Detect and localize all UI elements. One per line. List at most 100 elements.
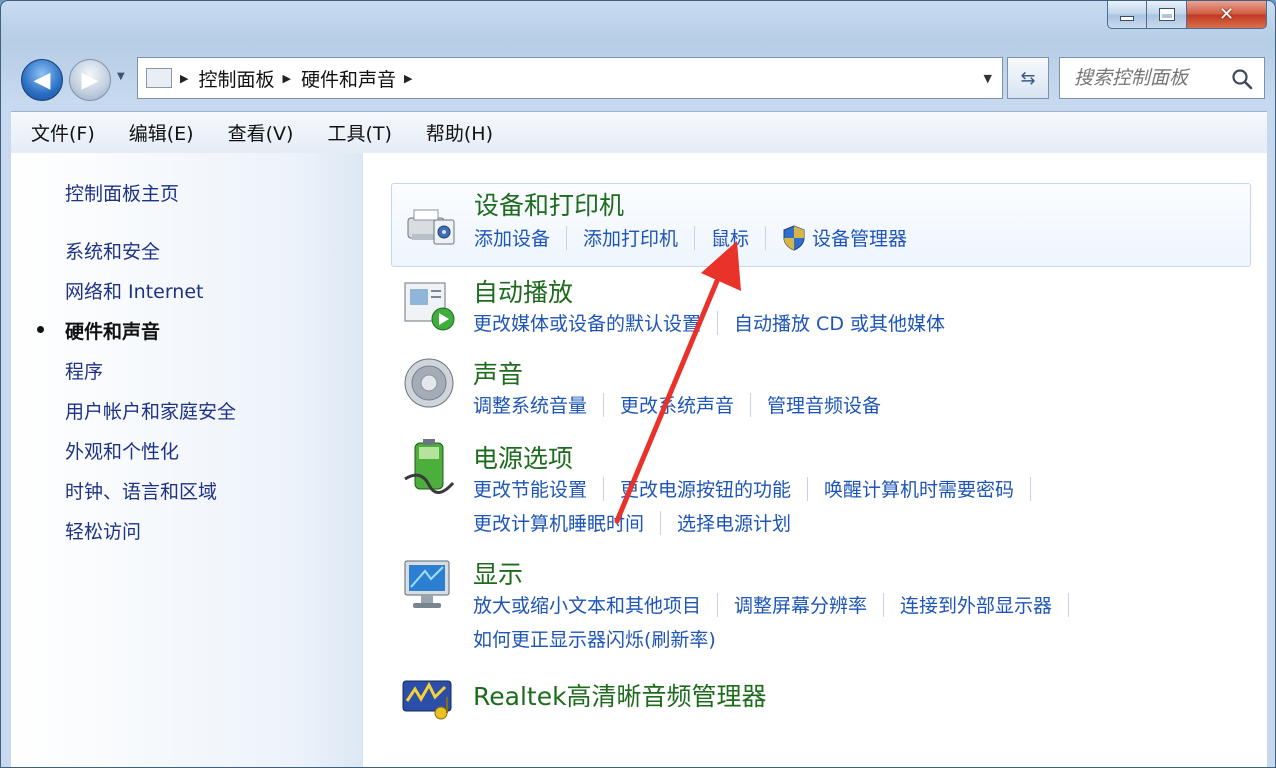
menu-view[interactable]: 查看(V) (208, 119, 308, 146)
link-divider (660, 510, 662, 535)
link-divider (717, 592, 719, 617)
category-links-row: 添加设备 添加打印机 鼠标 设备管理器 (474, 224, 907, 251)
link-autoplay-cd[interactable]: 自动播放 CD 或其他媒体 (734, 309, 945, 336)
sidebar-item-network-internet[interactable]: 网络和 Internet (65, 277, 203, 304)
sidebar-item-ease-of-access[interactable]: 轻松访问 (65, 517, 141, 544)
link-manage-audio-devices[interactable]: 管理音频设备 (767, 391, 881, 418)
breadcrumb-separator-icon[interactable]: ▶ (180, 72, 188, 85)
link-require-password-on-wake[interactable]: 唤醒计算机时需要密码 (824, 475, 1014, 502)
sidebar-item-system-security[interactable]: 系统和安全 (65, 237, 160, 264)
battery-icon (404, 439, 455, 494)
link-divider (717, 310, 719, 335)
sidebar-item-clock-region[interactable]: 时钟、语言和区域 (65, 477, 217, 504)
menu-edit[interactable]: 编辑(E) (109, 119, 208, 146)
link-mouse[interactable]: 鼠标 (711, 224, 749, 251)
refresh-icon: ⇆ (1020, 67, 1036, 89)
link-device-manager[interactable]: 设备管理器 (812, 224, 907, 251)
link-choose-power-plan[interactable]: 选择电源计划 (677, 509, 791, 536)
address-bar[interactable]: ▶ 控制面板 ▶ 硬件和声音 ▶ ▼ (137, 57, 1003, 99)
back-button[interactable]: ◀ (21, 59, 63, 101)
forward-arrow-icon: ▶ (81, 67, 99, 93)
link-divider (765, 225, 767, 250)
realtek-audio-icon (402, 680, 452, 720)
category-title[interactable]: 显示 (473, 555, 523, 591)
close-button[interactable]: ✕ (1187, 1, 1267, 29)
category-links-row: 更改计算机睡眠时间 选择电源计划 (473, 509, 791, 536)
category-display: 显示 放大或缩小文本和其他项目 调整屏幕分辨率 连接到外部显示器 如何更正显示器… (391, 555, 1251, 655)
printer-icon (407, 209, 455, 245)
search-input[interactable] (1074, 67, 1234, 89)
recent-pages-dropdown-icon[interactable]: ▼ (117, 71, 125, 82)
category-links-row: 更改媒体或设备的默认设置 自动播放 CD 或其他媒体 (473, 309, 945, 336)
main-panel: 设备和打印机 添加设备 添加打印机 鼠标 设备管理器 自动播放 更改媒体或设备的… (363, 153, 1267, 767)
menu-help[interactable]: 帮助(H) (406, 119, 507, 146)
address-dropdown-icon[interactable]: ▼ (984, 72, 992, 85)
link-divider (750, 392, 752, 417)
maximize-button[interactable] (1147, 1, 1187, 29)
breadcrumb-control-panel[interactable]: 控制面板 (198, 65, 274, 92)
link-divider (694, 225, 696, 250)
category-links-row: 放大或缩小文本和其他项目 调整屏幕分辨率 连接到外部显示器 (473, 591, 1085, 618)
category-title[interactable]: 声音 (473, 355, 523, 391)
current-item-bullet (37, 326, 44, 333)
search-icon[interactable] (1230, 67, 1254, 91)
category-links-row: 更改节能设置 更改电源按钮的功能 唤醒计算机时需要密码 (473, 475, 1047, 502)
link-add-device[interactable]: 添加设备 (474, 224, 550, 251)
link-divider (807, 476, 809, 501)
link-divider (603, 392, 605, 417)
category-links-row: 如何更正显示器闪烁(刷新率) (473, 625, 716, 652)
link-adjust-volume[interactable]: 调整系统音量 (473, 391, 587, 418)
speaker-icon (404, 358, 454, 408)
breadcrumb-hardware-and-sound[interactable]: 硬件和声音 (301, 65, 396, 92)
link-adjust-resolution[interactable]: 调整屏幕分辨率 (734, 591, 867, 618)
autoplay-icon (404, 282, 455, 331)
content-area: 控制面板主页 系统和安全 网络和 Internet 硬件和声音 程序 用户帐户和… (11, 153, 1267, 767)
category-power-options: 电源选项 更改节能设置 更改电源按钮的功能 唤醒计算机时需要密码 更改计算机睡眠… (391, 439, 1251, 539)
link-fix-monitor-flicker[interactable]: 如何更正显示器闪烁(刷新率) (473, 625, 716, 652)
link-resize-text[interactable]: 放大或缩小文本和其他项目 (473, 591, 701, 618)
back-arrow-icon: ◀ (33, 67, 51, 93)
link-divider (603, 476, 605, 501)
forward-button[interactable]: ▶ (69, 59, 111, 101)
category-title[interactable]: 自动播放 (473, 273, 573, 309)
uac-shield-icon (783, 224, 805, 251)
sidebar-item-user-accounts[interactable]: 用户帐户和家庭安全 (65, 397, 236, 424)
monitor-icon (404, 560, 450, 608)
sidebar: 控制面板主页 系统和安全 网络和 Internet 硬件和声音 程序 用户帐户和… (11, 153, 363, 767)
sidebar-item-appearance[interactable]: 外观和个性化 (65, 437, 179, 464)
link-divider (1068, 592, 1070, 617)
sidebar-home-link[interactable]: 控制面板主页 (65, 179, 179, 206)
minimize-icon (1120, 16, 1134, 21)
breadcrumb-separator-icon[interactable]: ▶ (404, 72, 412, 85)
minimize-button[interactable] (1107, 1, 1147, 29)
link-change-system-sounds[interactable]: 更改系统声音 (620, 391, 734, 418)
link-add-printer[interactable]: 添加打印机 (583, 224, 678, 251)
menu-tools[interactable]: 工具(T) (307, 119, 405, 146)
link-divider (883, 592, 885, 617)
link-change-sleep-time[interactable]: 更改计算机睡眠时间 (473, 509, 644, 536)
menu-file[interactable]: 文件(F) (11, 119, 109, 146)
link-divider (1030, 476, 1032, 501)
sidebar-item-programs[interactable]: 程序 (65, 357, 103, 384)
sidebar-item-hardware-sound: 硬件和声音 (65, 321, 161, 343)
category-title[interactable]: 设备和打印机 (474, 186, 624, 222)
category-title[interactable]: 电源选项 (473, 439, 573, 475)
refresh-button[interactable]: ⇆ (1007, 57, 1049, 99)
link-divider (566, 225, 568, 250)
breadcrumb-separator-icon[interactable]: ▶ (282, 72, 290, 85)
control-panel-icon (146, 68, 172, 88)
control-panel-window: ✕ ◀ ▶ ▼ ▶ 控制面板 ▶ 硬件和声音 ▶ ▼ ⇆ 文件(F) 编辑(E)… (0, 0, 1276, 768)
category-autoplay: 自动播放 更改媒体或设备的默认设置 自动播放 CD 或其他媒体 (391, 271, 1251, 343)
category-devices-printers: 设备和打印机 添加设备 添加打印机 鼠标 设备管理器 (391, 183, 1251, 267)
category-realtek-audio: Realtek高清晰音频管理器 (391, 671, 1251, 731)
close-icon: ✕ (1218, 4, 1235, 25)
link-connect-external-display[interactable]: 连接到外部显示器 (900, 591, 1052, 618)
category-title[interactable]: Realtek高清晰音频管理器 (473, 677, 767, 713)
link-change-default-media-settings[interactable]: 更改媒体或设备的默认设置 (473, 309, 701, 336)
caption-buttons: ✕ (1107, 1, 1267, 29)
link-change-power-button-function[interactable]: 更改电源按钮的功能 (620, 475, 791, 502)
maximize-icon (1158, 8, 1175, 21)
search-box[interactable] (1059, 57, 1265, 99)
link-change-power-saving-settings[interactable]: 更改节能设置 (473, 475, 587, 502)
menu-bar: 文件(F) 编辑(E) 查看(V) 工具(T) 帮助(H) (11, 111, 1267, 153)
